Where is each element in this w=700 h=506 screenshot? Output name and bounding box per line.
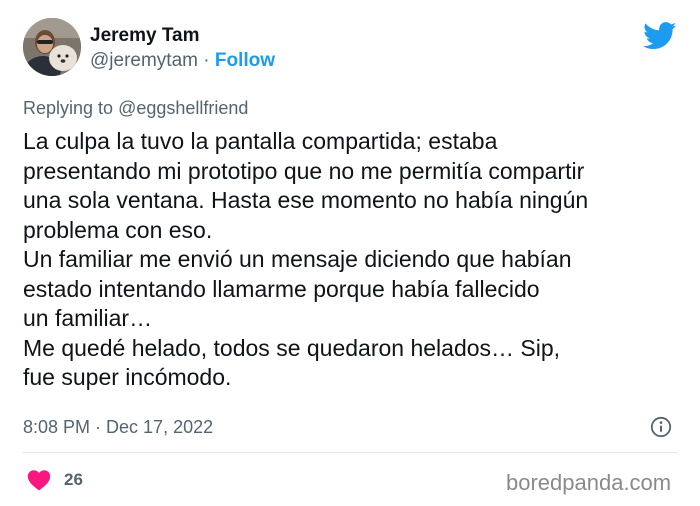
tweet-text: La culpa la tuvo la pantalla compartida;… [23,128,589,390]
replying-prefix: Replying to [23,98,114,118]
tweet-timestamp[interactable]: 8:08 PM · Dec 17, 2022 [23,416,213,438]
heart-icon[interactable] [27,469,51,491]
author-handle-row: @jeremytam · Follow [90,50,275,72]
divider [23,452,678,453]
like-count: 26 [64,470,83,489]
avatar[interactable] [23,18,81,76]
info-icon[interactable] [650,416,672,438]
separator: · [203,50,210,71]
reply-mention-link[interactable]: @eggshellfriend [118,98,248,118]
twitter-bird-icon[interactable] [643,22,677,50]
author-handle[interactable]: @jeremytam [90,50,198,71]
replying-to: Replying to @eggshellfriend [23,97,248,119]
watermark: boredpanda.com [506,470,672,495]
follow-button[interactable]: Follow [215,50,275,71]
avatar-image [23,18,81,76]
author-name[interactable]: Jeremy Tam [90,25,200,47]
